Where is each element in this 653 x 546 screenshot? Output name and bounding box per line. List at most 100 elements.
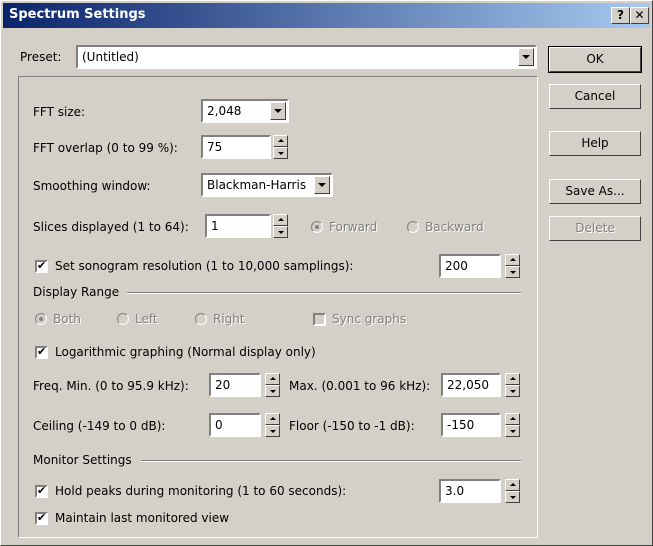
fft-overlap-label: FFT overlap (0 to 99 %): bbox=[33, 141, 178, 155]
freq-min-label: Freq. Min. (0 to 95.9 kHz): bbox=[33, 379, 189, 393]
fft-size-dropdown-button[interactable] bbox=[270, 102, 286, 120]
close-icon: ✕ bbox=[634, 8, 645, 22]
spectrum-settings-dialog: Spectrum Settings ? ✕ Preset: (Untitled)… bbox=[0, 0, 653, 546]
logarithmic-checkbox[interactable]: ✔ bbox=[35, 345, 48, 359]
hold-peaks-spinner[interactable] bbox=[505, 479, 520, 503]
help-button[interactable]: Help bbox=[549, 131, 641, 156]
right-label: Right bbox=[213, 312, 245, 326]
chevron-down-icon bbox=[522, 55, 530, 59]
sonogram-resolution-checkbox[interactable]: ✔ bbox=[35, 259, 48, 273]
spin-up-button[interactable] bbox=[273, 214, 288, 226]
fft-overlap-input[interactable]: 75 bbox=[201, 135, 271, 159]
chevron-down-icon bbox=[269, 390, 276, 393]
chevron-up-icon bbox=[509, 417, 516, 420]
both-radio[interactable] bbox=[35, 313, 47, 325]
spin-up-button[interactable] bbox=[505, 373, 520, 385]
left-radio[interactable] bbox=[117, 313, 129, 325]
sonogram-resolution-input[interactable]: 200 bbox=[439, 254, 501, 278]
smoothing-dropdown-button[interactable] bbox=[314, 176, 330, 194]
ceiling-input[interactable]: 0 bbox=[209, 413, 261, 437]
ceiling-value: 0 bbox=[215, 418, 223, 432]
group-divider bbox=[127, 292, 521, 294]
sonogram-resolution-value: 200 bbox=[445, 259, 468, 273]
freq-min-input[interactable]: 20 bbox=[209, 373, 261, 397]
spin-up-button[interactable] bbox=[273, 135, 288, 147]
sonogram-spinner[interactable] bbox=[505, 254, 520, 278]
spin-down-button[interactable] bbox=[265, 385, 280, 397]
radio-dot bbox=[315, 225, 319, 229]
cancel-button[interactable]: Cancel bbox=[549, 84, 641, 109]
fft-size-select[interactable]: 2,048 bbox=[201, 99, 289, 123]
chevron-down-icon bbox=[509, 271, 516, 274]
spin-down-button[interactable] bbox=[505, 491, 520, 503]
slices-spinner[interactable] bbox=[273, 214, 288, 238]
both-label: Both bbox=[53, 312, 81, 326]
smoothing-window-select[interactable]: Blackman-Harris bbox=[201, 173, 333, 197]
help-title-button[interactable]: ? bbox=[611, 7, 630, 24]
hold-peaks-label: Hold peaks during monitoring (1 to 60 se… bbox=[55, 484, 347, 498]
spin-up-button[interactable] bbox=[265, 373, 280, 385]
window-title: Spectrum Settings bbox=[9, 7, 146, 22]
ok-button[interactable]: OK bbox=[548, 46, 642, 73]
spin-down-button[interactable] bbox=[273, 226, 288, 238]
sync-graphs-label: Sync graphs bbox=[332, 312, 407, 326]
monitor-settings-heading: Monitor Settings bbox=[33, 453, 132, 467]
fft-overlap-value: 75 bbox=[207, 140, 223, 154]
chevron-down-icon bbox=[509, 496, 516, 499]
slices-displayed-input[interactable]: 1 bbox=[205, 214, 271, 238]
spin-down-button[interactable] bbox=[265, 425, 280, 437]
backward-radio[interactable] bbox=[407, 221, 419, 233]
delete-button[interactable]: Delete bbox=[549, 216, 641, 241]
title-bar: Spectrum Settings ? ✕ bbox=[3, 3, 650, 28]
maintain-view-label: Maintain last monitored view bbox=[55, 511, 230, 525]
chevron-down-icon bbox=[277, 152, 284, 155]
freq-max-spinner[interactable] bbox=[505, 373, 520, 397]
hold-peaks-value: 3.0 bbox=[445, 484, 465, 498]
maintain-view-checkbox[interactable]: ✔ bbox=[35, 511, 48, 525]
spin-down-button[interactable] bbox=[505, 385, 520, 397]
fft-overlap-spinner[interactable] bbox=[273, 135, 288, 159]
floor-spinner[interactable] bbox=[505, 413, 520, 437]
save-as-button[interactable]: Save As... bbox=[549, 179, 641, 204]
hold-peaks-input[interactable]: 3.0 bbox=[439, 479, 501, 503]
checkmark-icon: ✔ bbox=[37, 484, 47, 497]
floor-input[interactable]: -150 bbox=[441, 413, 501, 437]
floor-label: Floor (-150 to -1 dB): bbox=[289, 419, 415, 433]
question-icon: ? bbox=[617, 8, 624, 22]
chevron-down-icon bbox=[277, 231, 284, 234]
spin-down-button[interactable] bbox=[505, 425, 520, 437]
spin-up-button[interactable] bbox=[505, 254, 520, 266]
left-label: Left bbox=[135, 312, 158, 326]
spin-up-button[interactable] bbox=[505, 479, 520, 491]
group-divider bbox=[141, 460, 521, 462]
sync-graphs-checkbox[interactable] bbox=[313, 313, 326, 326]
chevron-up-icon bbox=[269, 417, 276, 420]
forward-radio[interactable] bbox=[311, 221, 323, 233]
preset-dropdown-button[interactable] bbox=[518, 48, 534, 66]
hold-peaks-checkbox[interactable]: ✔ bbox=[35, 484, 48, 498]
spin-down-button[interactable] bbox=[273, 147, 288, 159]
backward-label: Backward bbox=[425, 220, 484, 234]
close-title-button[interactable]: ✕ bbox=[630, 7, 649, 24]
freq-min-value: 20 bbox=[215, 378, 231, 392]
chevron-up-icon bbox=[277, 139, 284, 142]
freq-min-spinner[interactable] bbox=[265, 373, 280, 397]
slices-displayed-value: 1 bbox=[211, 219, 219, 233]
chevron-down-icon bbox=[269, 430, 276, 433]
spin-up-button[interactable] bbox=[265, 413, 280, 425]
right-radio[interactable] bbox=[195, 313, 207, 325]
logarithmic-label: Logarithmic graphing (Normal display onl… bbox=[55, 345, 316, 359]
chevron-down-icon bbox=[318, 183, 326, 187]
ceiling-spinner[interactable] bbox=[265, 413, 280, 437]
preset-select[interactable]: (Untitled) bbox=[76, 45, 537, 69]
freq-max-input[interactable]: 22,050 bbox=[441, 373, 501, 397]
spin-up-button[interactable] bbox=[505, 413, 520, 425]
spin-down-button[interactable] bbox=[505, 266, 520, 278]
checkmark-icon: ✔ bbox=[37, 345, 47, 358]
slices-displayed-label: Slices displayed (1 to 64): bbox=[33, 220, 189, 234]
radio-dot bbox=[39, 317, 43, 321]
sonogram-resolution-label: Set sonogram resolution (1 to 10,000 sam… bbox=[55, 259, 354, 273]
freq-max-value: 22,050 bbox=[447, 378, 489, 392]
fft-size-label: FFT size: bbox=[33, 105, 86, 119]
chevron-up-icon bbox=[509, 377, 516, 380]
